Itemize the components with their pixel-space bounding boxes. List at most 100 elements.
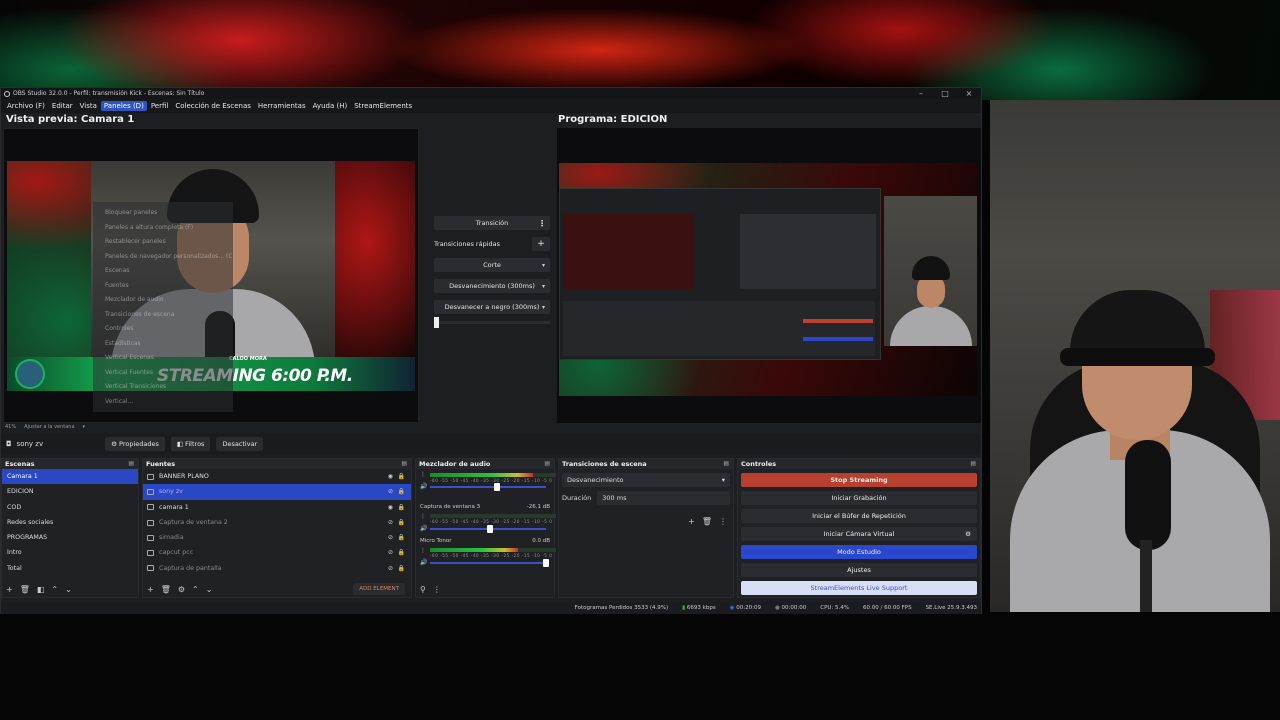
source-item[interactable]: camara 1 ◉ 🔒 (143, 500, 411, 515)
lock-icon[interactable]: 🔒 (398, 484, 405, 499)
volume-slider[interactable] (430, 559, 549, 567)
lock-icon[interactable]: 🔒 (398, 500, 405, 515)
eye-hidden-icon[interactable]: ⊘ (388, 530, 393, 545)
replay-buffer-button[interactable]: Iniciar el Búfer de Repetición (741, 509, 977, 523)
dropdown-item[interactable]: Vertical Fuentes (93, 366, 233, 381)
speaker-icon[interactable]: 🔊 (420, 483, 427, 490)
menu-herramientas[interactable]: Herramientas (255, 101, 309, 111)
dock-menu-icon[interactable]: ▤ (970, 459, 976, 469)
fit-window-select[interactable]: Ajustar a la ventana (24, 424, 74, 430)
eye-hidden-icon[interactable]: ⊘ (388, 545, 393, 560)
transition-button[interactable]: Transición ⋮ (434, 216, 550, 230)
lock-icon[interactable]: 🔒 (398, 530, 405, 545)
source-item[interactable]: BANNER PLANO ◉ 🔒 (143, 469, 411, 484)
close-button[interactable]: × (957, 89, 981, 98)
dock-menu-icon[interactable]: ▤ (128, 459, 134, 469)
eye-icon[interactable]: ◉ (388, 500, 393, 515)
dropdown-item[interactable]: Fuentes (93, 279, 233, 294)
dropdown-item[interactable]: Paneles a altura completa (F) (93, 221, 233, 236)
menu-archivo[interactable]: Archivo (F) (4, 101, 48, 111)
scene-item[interactable]: Total (2, 561, 138, 576)
live-support-button[interactable]: StreamElements Live Support (741, 581, 977, 595)
volume-slider[interactable] (430, 525, 546, 533)
dropdown-item[interactable]: Escenas (93, 264, 233, 279)
quick-transition-corte[interactable]: Corte ▾ (434, 258, 550, 272)
menu-ayuda[interactable]: Ayuda (H) (310, 101, 351, 111)
dropdown-item[interactable]: Vertical Escenas (93, 351, 233, 366)
speaker-icon[interactable]: 🔊 (420, 559, 427, 566)
more-icon[interactable]: ⋮ (538, 219, 546, 228)
settings-button[interactable]: Ajustes (741, 563, 977, 577)
filter-icon[interactable]: ◧ (37, 585, 45, 594)
virtual-camera-button[interactable]: Iniciar Cámara Virtual ⚙ (741, 527, 977, 541)
transition-select[interactable]: Desvanecimiento ▾ (562, 473, 730, 487)
arrow-down-icon[interactable]: ⌄ (65, 585, 72, 594)
volume-slider[interactable] (430, 483, 546, 491)
more-icon[interactable]: ⋮ (420, 513, 426, 520)
more-icon[interactable]: ⋮ (433, 585, 441, 594)
studio-mode-button[interactable]: Modo Estudio (741, 545, 977, 559)
duration-input[interactable]: 300 ms (597, 491, 730, 505)
properties-button[interactable]: ⚙ Propiedades (105, 437, 165, 451)
add-icon[interactable]: + (6, 585, 13, 594)
eye-icon[interactable]: ◉ (388, 469, 393, 484)
gear-icon[interactable]: ⚙ (965, 527, 971, 541)
source-item[interactable]: simadia ⊘ 🔒 (143, 530, 411, 545)
more-icon[interactable]: ⋮ (420, 547, 426, 554)
menu-editar[interactable]: Editar (49, 101, 76, 111)
scene-item[interactable]: PROGRAMAS (2, 530, 138, 545)
chevron-down-icon[interactable]: ▾ (83, 424, 86, 430)
add-icon[interactable]: + (688, 517, 695, 526)
scene-item[interactable]: EDICION (2, 484, 138, 499)
dropdown-item[interactable]: Restablecer paneles (93, 235, 233, 250)
add-quick-transition-button[interactable]: + (532, 237, 550, 251)
scene-item[interactable]: Camara 1 (2, 469, 138, 485)
dropdown-item[interactable]: Controles (93, 322, 233, 337)
eye-hidden-icon[interactable]: ⊘ (388, 484, 393, 499)
lock-icon[interactable]: 🔒 (398, 545, 405, 560)
quick-transition-fade[interactable]: Desvanecimiento (300ms) ▾ (434, 279, 550, 293)
scene-item[interactable]: Redes sociales (2, 515, 138, 530)
source-item[interactable]: Captura de ventana 2 ⊘ 🔒 (143, 515, 411, 530)
tbar-slider[interactable] (434, 317, 550, 328)
lock-icon[interactable]: 🔒 (398, 469, 405, 484)
dock-menu-icon[interactable]: ▤ (723, 459, 729, 469)
scene-item[interactable]: COD (2, 500, 138, 515)
dropdown-item[interactable]: Vertical Transiciones (93, 380, 233, 395)
lock-icon[interactable]: 🔒 (398, 561, 405, 576)
volume-handle[interactable] (543, 559, 549, 567)
menu-streamelements[interactable]: StreamElements (351, 101, 415, 111)
source-item[interactable]: Captura de pantalla ⊘ 🔒 (143, 561, 411, 576)
source-item[interactable]: sony zv ⊘ 🔒 (143, 484, 411, 500)
source-item[interactable]: capcut pcc ⊘ 🔒 (143, 545, 411, 560)
more-icon[interactable]: ⋮ (420, 471, 426, 478)
volume-handle[interactable] (494, 483, 501, 491)
arrow-down-icon[interactable]: ⌄ (206, 585, 213, 594)
dropdown-item[interactable]: Bloquear paneles (93, 206, 233, 221)
scene-item[interactable]: Intro (2, 545, 138, 560)
maximize-button[interactable]: □ (933, 89, 957, 98)
lock-icon[interactable]: 🔒 (398, 515, 405, 530)
zoom-level[interactable]: 41% (5, 424, 16, 430)
trash-icon[interactable]: 🗑 (20, 585, 30, 594)
filters-button[interactable]: ◧ Filtros (170, 437, 211, 451)
arrow-up-icon[interactable]: ⌃ (51, 585, 58, 594)
eye-hidden-icon[interactable]: ⊘ (388, 561, 393, 576)
eye-hidden-icon[interactable]: ⊘ (388, 515, 393, 530)
dock-menu-icon[interactable]: ▤ (544, 459, 550, 469)
arrow-up-icon[interactable]: ⌃ (192, 585, 199, 594)
menu-coleccion-escenas[interactable]: Colección de Escenas (172, 101, 254, 111)
deactivate-button[interactable]: Desactivar (216, 437, 264, 451)
tbar-handle[interactable] (434, 317, 439, 328)
quick-transition-fade-black[interactable]: Desvanecer a negro (300ms) ▾ (434, 300, 550, 314)
add-element-button[interactable]: ADD ELEMENT (353, 583, 405, 595)
start-recording-button[interactable]: Iniciar Grabación (741, 491, 977, 505)
menu-paneles[interactable]: Paneles (D) (100, 101, 147, 111)
trash-icon[interactable]: 🗑 (161, 585, 171, 594)
dropdown-item[interactable]: Paneles de navegador personalizados... (… (93, 250, 233, 265)
minimize-button[interactable]: – (909, 89, 933, 98)
stop-streaming-button[interactable]: Stop Streaming (741, 473, 977, 487)
gear-icon[interactable]: ⚙ (178, 585, 185, 594)
volume-handle[interactable] (487, 525, 494, 533)
menu-vista[interactable]: Vista (77, 101, 100, 111)
